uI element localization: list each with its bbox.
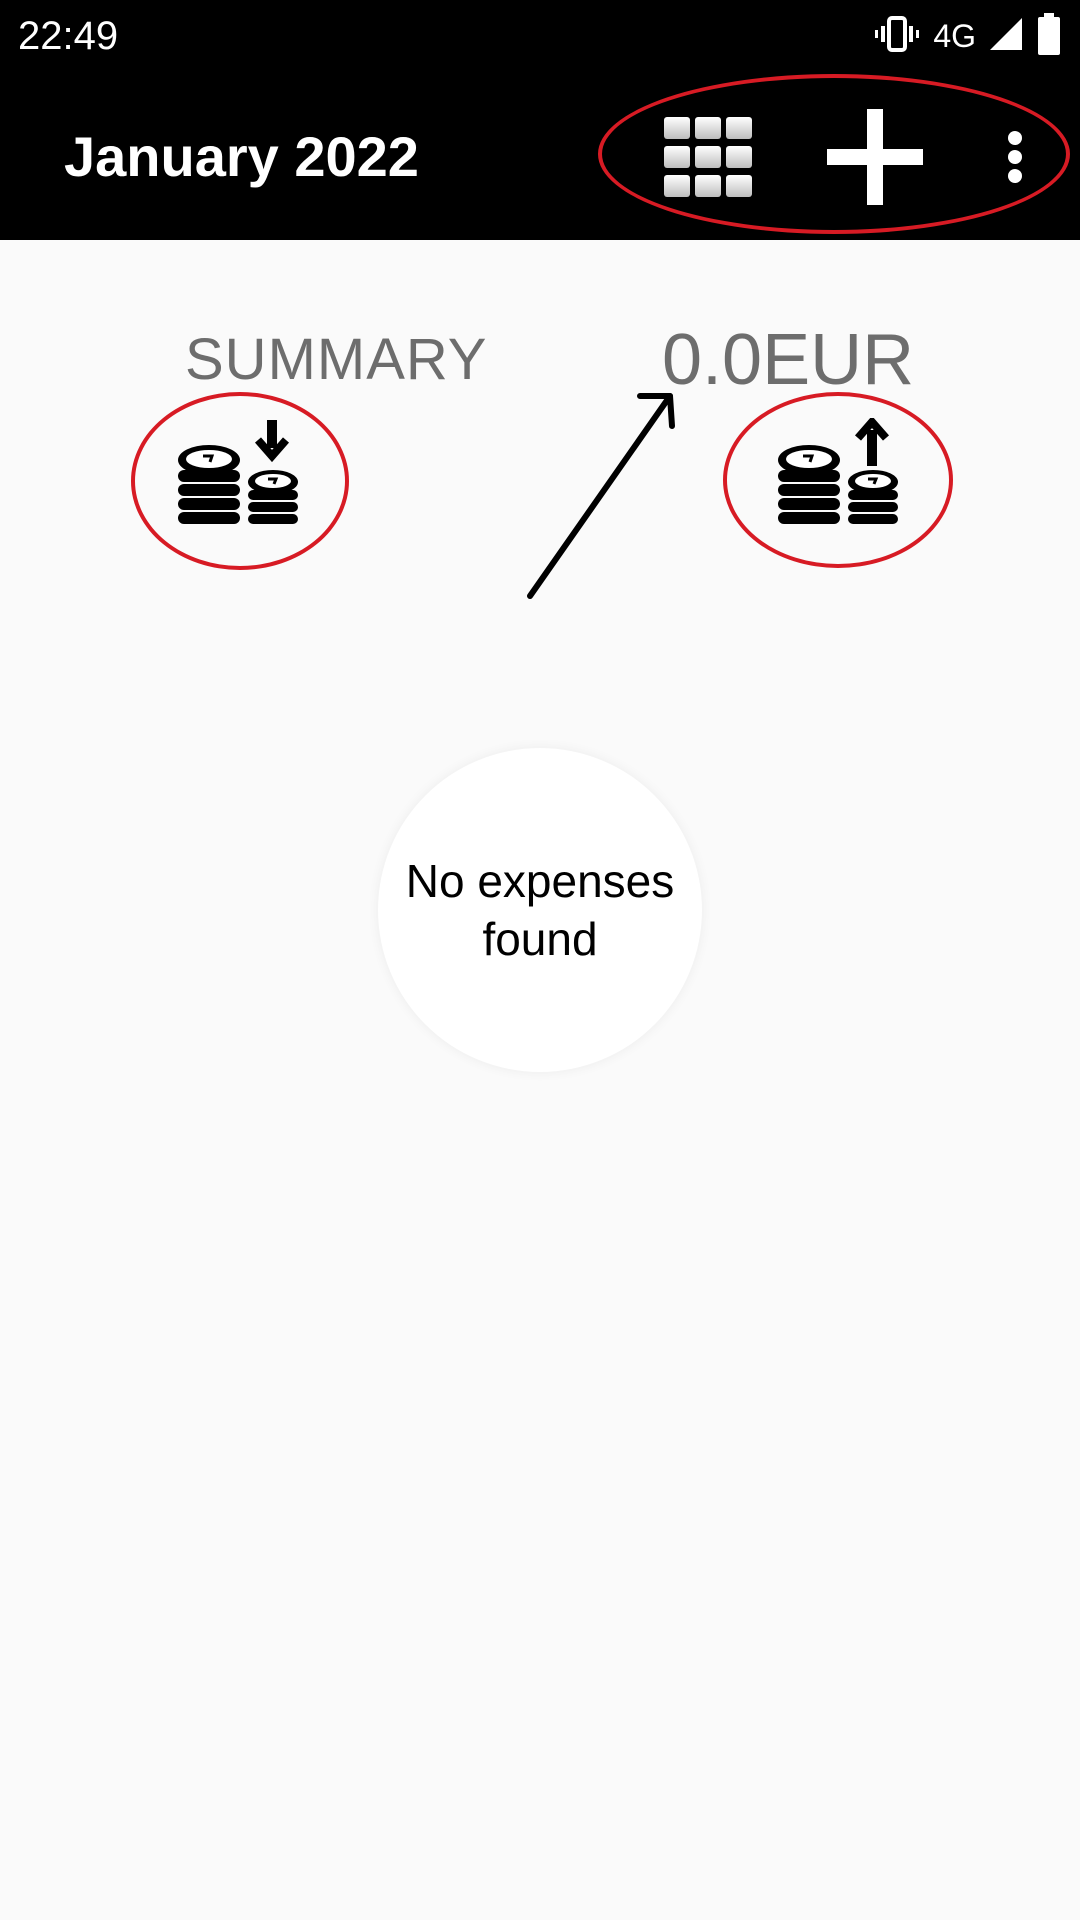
signal-icon [988, 16, 1024, 56]
total-amount: 0.0EUR [662, 320, 915, 400]
add-icon [827, 109, 923, 205]
status-time: 22:49 [18, 14, 119, 58]
annotation-arrow [527, 393, 675, 599]
summary-label: SUMMARY [185, 327, 488, 392]
network-label: 4G [933, 18, 976, 54]
coins-down-icon [178, 420, 298, 524]
empty-state-message: No expenses found [405, 855, 675, 965]
expense-button[interactable] [770, 415, 910, 538]
app-bar: January 2022 [0, 72, 1080, 240]
calendar-grid-button[interactable] [658, 112, 758, 202]
battery-icon [1036, 13, 1062, 59]
status-icons: 4G [873, 13, 1062, 59]
overflow-menu-button[interactable] [990, 114, 1040, 200]
grid-icon [664, 117, 752, 197]
page-title: January 2022 [64, 125, 419, 188]
empty-state: No expenses found [378, 748, 702, 1072]
coins-up-icon [778, 415, 898, 524]
more-vert-icon [1008, 131, 1022, 183]
income-button[interactable] [170, 418, 310, 538]
status-bar: 22:49 4G [0, 0, 1080, 72]
add-expense-button[interactable] [820, 102, 930, 212]
vibrate-icon [873, 14, 921, 58]
